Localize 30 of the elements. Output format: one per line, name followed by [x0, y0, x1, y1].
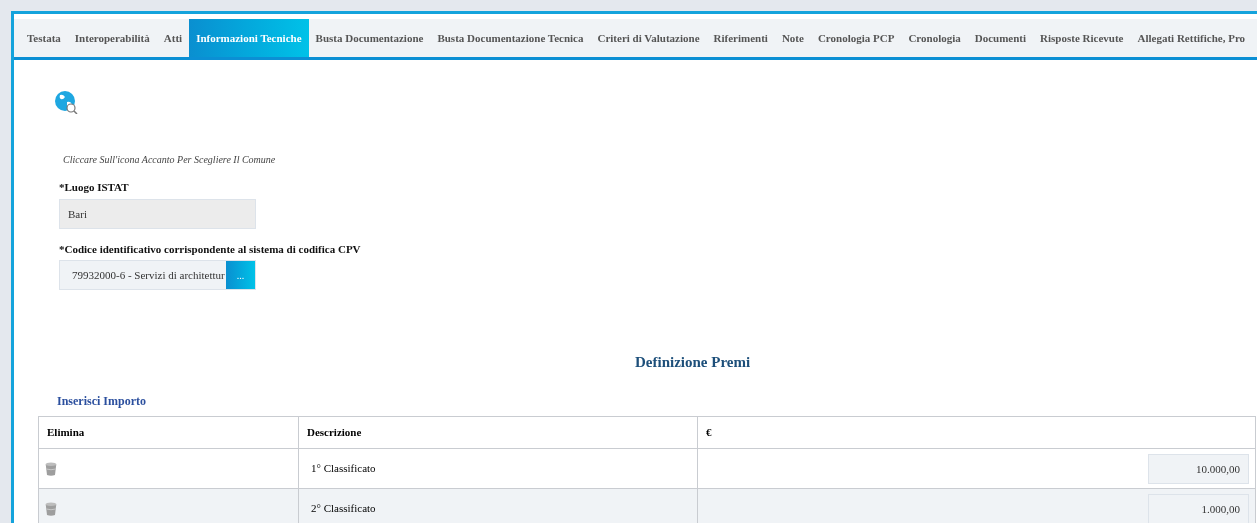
field-value: 79932000-6 - Servizi di architettur — [71, 268, 226, 283]
tab[interactable]: Criteri di Valutazione — [590, 19, 707, 57]
tab[interactable]: Cronologia PCP — [810, 19, 902, 57]
field-label: *Codice identificativo corrispondente al sistema di codifica CPV — [59, 241, 362, 257]
cpv-field[interactable]: 79932000-6 - Servizi di architettur ... — [59, 260, 256, 290]
input-field[interactable]: Bari — [59, 198, 256, 229]
table-cell: 1° Classificato — [298, 448, 698, 489]
tab[interactable]: Allegati Rettifiche, Pro — [1130, 19, 1253, 57]
globe-search-icon[interactable] — [54, 90, 78, 114]
trash-icon[interactable] — [45, 461, 57, 476]
hint-text: Cliccare Sull'icona Accanto Per Scegliere Il Comune — [62, 153, 277, 167]
insert-amount-link[interactable]: Inserisci Importo — [57, 394, 146, 408]
tab[interactable]: Cronologia — [901, 19, 968, 57]
tab[interactable]: Atti — [156, 19, 190, 57]
trash-icon[interactable] — [45, 501, 57, 516]
tab[interactable]: Riferimenti — [706, 19, 775, 57]
column-header: € — [697, 416, 1256, 449]
tab[interactable]: Documenti — [967, 19, 1034, 57]
tab[interactable]: Risposte Ricevute — [1033, 19, 1131, 57]
tab[interactable]: Busta Documentazione — [308, 19, 431, 57]
tab[interactable]: Interoperabilità — [67, 19, 157, 57]
amount-field[interactable]: 1.000,00 — [1148, 493, 1249, 523]
tab[interactable]: Busta Documentazione Tecnica — [430, 19, 591, 57]
column-header: Descrizione — [298, 416, 698, 449]
column-header: Elimina — [38, 416, 299, 449]
tab[interactable]: Note — [774, 19, 811, 57]
amount-field[interactable]: 10.000,00 — [1148, 453, 1249, 484]
tab[interactable]: Testata — [20, 19, 68, 57]
field-label: *Luogo ISTAT — [59, 180, 130, 195]
section-title: Definizione Premi — [635, 353, 751, 372]
